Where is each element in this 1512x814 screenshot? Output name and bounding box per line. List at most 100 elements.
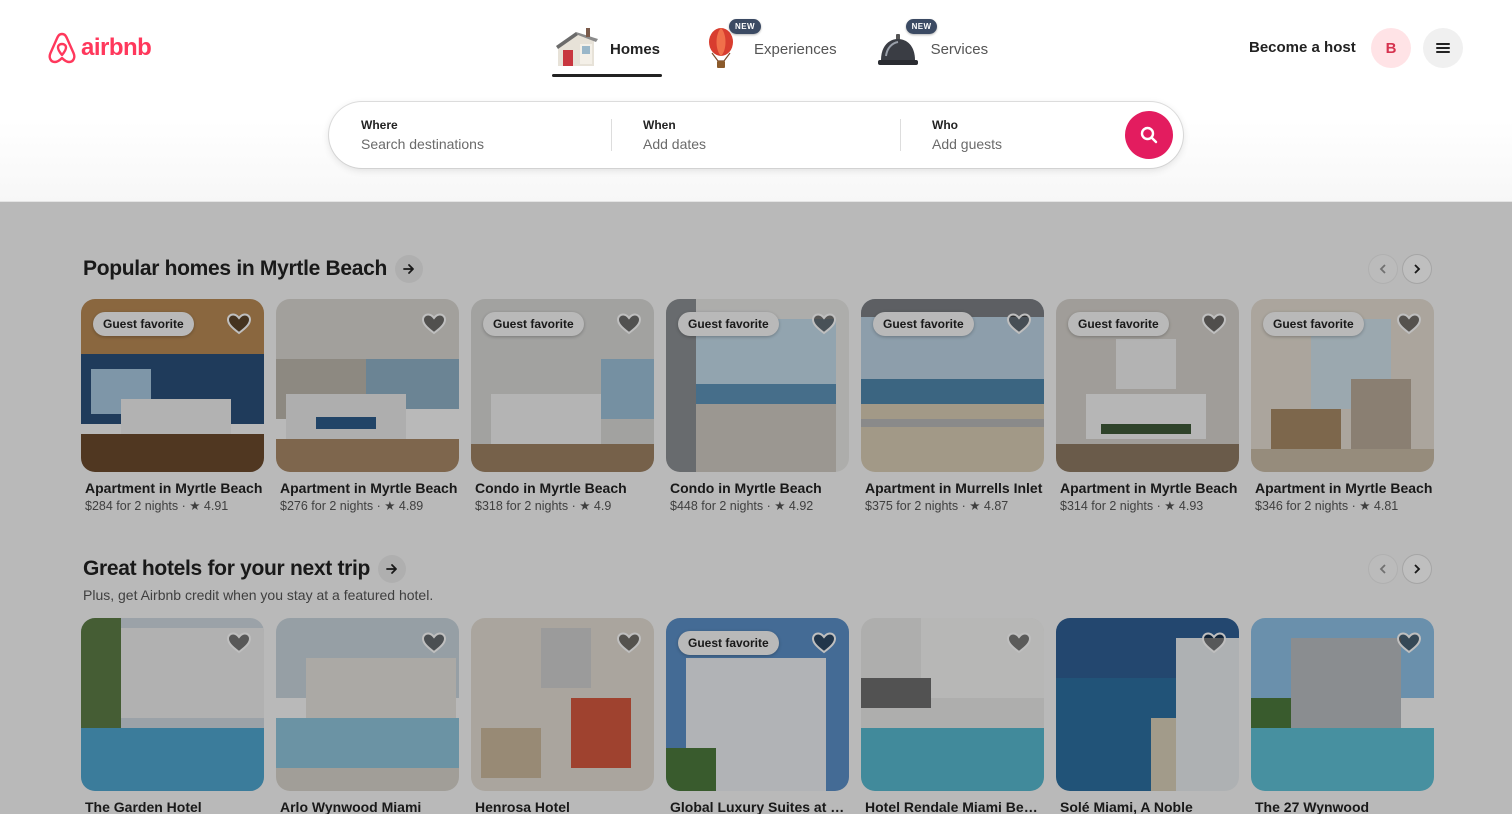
heart-icon[interactable] [616,311,642,337]
carousel-pager [1369,555,1431,583]
when-placeholder: Add dates [643,136,707,152]
house-icon [556,28,598,66]
hotel-photo [81,618,264,791]
section-arrow-button[interactable] [378,555,407,583]
listing-rating: ★ 4.89 [384,499,424,513]
section-arrow-button[interactable] [395,255,424,283]
section-popular-homes: Popular homes in Myrtle Beach Guest favo… [81,254,1434,513]
hamburger-icon [1436,43,1450,53]
tab-homes-label: Homes [610,40,661,58]
listing-price: $276 for 2 nights [280,499,374,513]
prev-button[interactable] [1369,255,1397,283]
hotel-card[interactable]: Henrosa Hotel [471,618,654,814]
arrow-right-icon [386,564,397,574]
listing-meta: $346 for 2 nights · ★ 4.81 [1255,499,1399,513]
next-button[interactable] [1403,255,1431,283]
heart-icon[interactable] [1006,311,1032,337]
tab-services[interactable]: NEW Services [873,19,991,76]
hotel-card[interactable]: Hotel Rendale Miami Beach [861,618,1044,814]
heart-icon[interactable] [421,311,447,337]
listing-rating: ★ 4.9 [579,499,612,513]
hotel-title: Arlo Wynwood Miami [280,799,422,814]
listing-card[interactable]: Guest favorite Condo in Myrtle Beach $44… [666,299,849,513]
listing-rating: ★ 4.93 [1164,499,1204,513]
hotel-card[interactable]: Solé Miami, A Noble [1056,618,1239,814]
guest-favorite-badge: Guest favorite [678,631,779,655]
listing-photo: Guest favorite [666,299,849,472]
airbnb-logo[interactable]: airbnb [47,31,152,65]
listing-meta: $284 for 2 nights · ★ 4.91 [85,499,229,513]
arrow-right-icon [403,264,414,274]
listing-rating: ★ 4.81 [1359,499,1399,513]
prev-button[interactable] [1369,555,1397,583]
listing-price: $314 for 2 nights [1060,499,1154,513]
listing-title: Condo in Myrtle Beach [670,480,822,496]
listing-meta: $375 for 2 nights · ★ 4.87 [865,499,1009,513]
hotel-card[interactable]: Arlo Wynwood Miami [276,618,459,814]
listing-price: $375 for 2 nights [865,499,959,513]
hotel-photo [471,618,654,791]
hotel-card[interactable]: Guest favorite Global Luxury Suites at T… [666,618,849,814]
top-header: airbnb Homes NEW Experiences NEW Service… [0,0,1512,202]
heart-icon[interactable] [811,311,837,337]
heart-icon[interactable] [1396,630,1422,656]
heart-icon[interactable] [226,630,252,656]
listing-card[interactable]: Guest favorite Apartment in Myrtle Beach… [1251,299,1434,513]
avatar[interactable]: B [1371,28,1411,68]
listing-card[interactable]: Apartment in Myrtle Beach $276 for 2 nig… [276,299,459,513]
listing-card[interactable]: Guest favorite Condo in Myrtle Beach $31… [471,299,654,513]
logo-wordmark: airbnb [81,34,152,61]
listing-photo: Guest favorite [1251,299,1434,472]
heart-icon[interactable] [421,630,447,656]
listing-rating: ★ 4.92 [774,499,814,513]
listing-title: Apartment in Myrtle Beach [1060,480,1238,496]
hotel-photo: Guest favorite [666,618,849,791]
listing-rating: ★ 4.91 [189,499,229,513]
hotel-cards: The Garden Hotel Arlo Wynwood Miami Henr… [81,618,1434,814]
listing-photo [276,299,459,472]
hotel-card[interactable]: The Garden Hotel [81,618,264,814]
listing-card[interactable]: Guest favorite Apartment in Myrtle Beach… [1056,299,1239,513]
when-field[interactable]: When Add dates [611,102,900,168]
search-bar: Where Search destinations When Add dates… [329,102,1183,168]
airbnb-logo-icon [48,32,76,64]
heart-icon[interactable] [811,630,837,656]
next-button[interactable] [1403,555,1431,583]
category-nav: Homes NEW Experiences NEW Services [552,19,991,77]
hotel-photo [276,618,459,791]
who-label: Who [932,118,958,132]
where-label: Where [361,118,398,132]
heart-icon[interactable] [226,311,252,337]
tab-experiences-label: Experiences [754,40,837,58]
chevron-left-icon [1379,264,1386,274]
hotel-title: The Garden Hotel [85,799,202,814]
heart-icon[interactable] [1201,311,1227,337]
tab-homes[interactable]: Homes [552,22,663,77]
listing-photo: Guest favorite [1056,299,1239,472]
tab-services-label: Services [930,40,989,58]
listing-card[interactable]: Guest favorite Apartment in Murrells Inl… [861,299,1044,513]
listing-cards: Guest favorite Apartment in Myrtle Beach… [81,299,1434,513]
listing-title: Apartment in Murrells Inlet [865,480,1043,496]
search-button[interactable] [1125,111,1173,159]
where-field[interactable]: Where Search destinations [329,102,611,168]
hotel-card[interactable]: The 27 Wynwood [1251,618,1434,814]
listing-price: $346 for 2 nights [1255,499,1349,513]
become-host-link[interactable]: Become a host [1249,39,1356,56]
who-placeholder: Add guests [932,136,1003,152]
hotel-photo [1056,618,1239,791]
heart-icon[interactable] [1006,630,1032,656]
new-badge: NEW [905,19,938,34]
who-field[interactable]: Who Add guests [900,102,1120,168]
listing-photo: Guest favorite [81,299,264,472]
listing-card[interactable]: Guest favorite Apartment in Myrtle Beach… [81,299,264,513]
heart-icon[interactable] [616,630,642,656]
heart-icon[interactable] [1396,311,1422,337]
listing-price: $284 for 2 nights [85,499,179,513]
tab-experiences[interactable]: NEW Experiences [696,19,839,76]
heart-icon[interactable] [1201,630,1227,656]
hotel-photo [1251,618,1434,791]
listing-meta: $448 for 2 nights · ★ 4.92 [670,499,814,513]
section-title: Popular homes in Myrtle Beach [83,257,388,280]
menu-button[interactable] [1423,28,1463,68]
